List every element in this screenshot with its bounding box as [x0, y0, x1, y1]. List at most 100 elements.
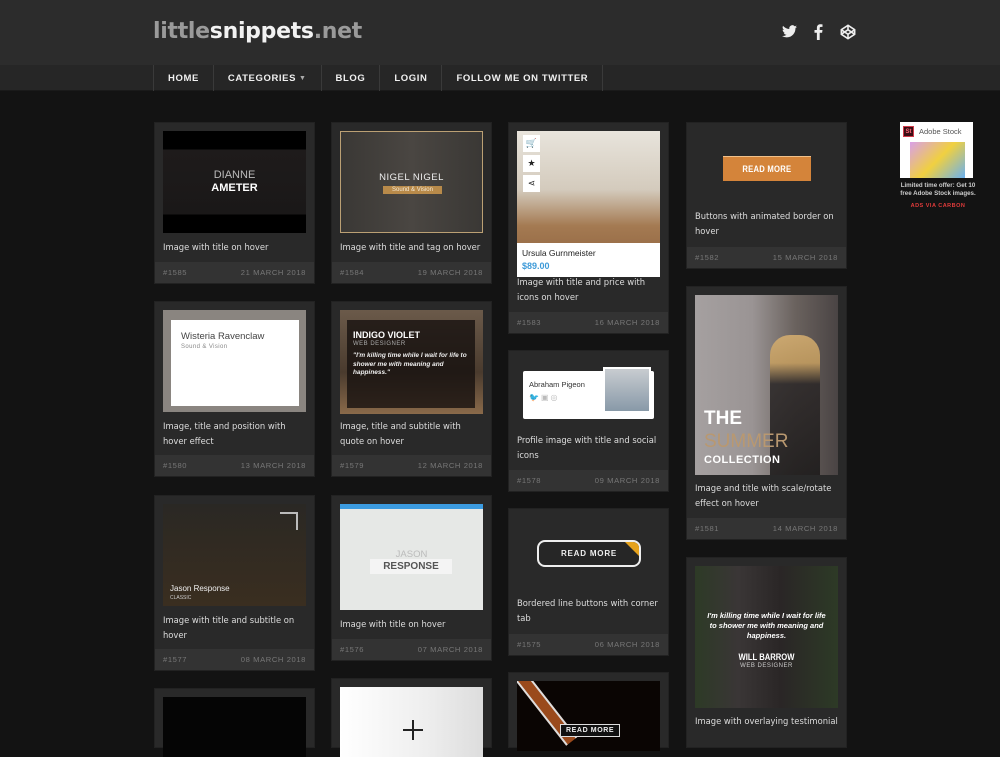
cart-icon[interactable]: 🛒: [523, 135, 540, 152]
snippet-card[interactable]: NIGEL NIGEL Sound & Vision Image with ti…: [331, 122, 492, 284]
snippet-footer: #1576 07 MARCH 2018: [332, 639, 491, 660]
preview-title: Jason Response: [170, 584, 230, 593]
snippet-description[interactable]: Image with title on hover: [340, 617, 485, 632]
snippet-description[interactable]: Buttons with animated border on hover: [695, 209, 840, 239]
preview-quote: "I'm killing time while I wait for life …: [353, 352, 467, 376]
snippet-preview[interactable]: [340, 687, 483, 757]
snippet-id: #1576: [340, 645, 365, 654]
snippet-date: 12 MARCH 2018: [417, 461, 483, 470]
snippet-description[interactable]: Profile image with title and social icon…: [517, 433, 662, 463]
nav-blog[interactable]: BLOG: [322, 65, 381, 91]
logo-part: little: [153, 19, 210, 44]
snippet-date: 08 MARCH 2018: [240, 655, 306, 664]
preview-title-line2: SUMMER: [704, 431, 789, 452]
facebook-icon[interactable]: [810, 23, 827, 40]
caret-down-icon: ▼: [299, 74, 307, 82]
ads-via-carbon-link[interactable]: ADS VIA CARBON: [900, 203, 976, 209]
snippet-preview[interactable]: THE SUMMER COLLECTION: [695, 295, 838, 475]
snippet-footer: #1584 19 MARCH 2018: [332, 262, 491, 283]
snippet-card[interactable]: Abraham Pigeon 🐦▣◎ Profile image with ti…: [508, 350, 669, 492]
snippet-footer: #1585 21 MARCH 2018: [155, 262, 314, 283]
snippet-date: 07 MARCH 2018: [417, 645, 483, 654]
snippet-card[interactable]: JASON RESPONSE Image with title on hover…: [331, 495, 492, 661]
read-more-button[interactable]: READ MORE: [560, 724, 621, 737]
snippet-preview[interactable]: JASON RESPONSE: [340, 504, 483, 610]
snippet-date: 13 MARCH 2018: [240, 461, 306, 470]
snippet-id: #1578: [517, 476, 542, 485]
snippet-id: #1580: [163, 461, 188, 470]
snippet-footer: #1578 09 MARCH 2018: [509, 470, 668, 491]
nav-label: FOLLOW ME ON TWITTER: [456, 72, 589, 84]
snippet-preview[interactable]: INDIGO VIOLET WEB DESIGNER "I'm killing …: [340, 310, 483, 414]
nav-follow-twitter[interactable]: FOLLOW ME ON TWITTER: [442, 65, 604, 91]
snippet-description[interactable]: Image, title and position with hover eff…: [163, 419, 308, 449]
preview-title-line2: RESPONSE: [370, 559, 452, 574]
snippet-preview[interactable]: NIGEL NIGEL Sound & Vision: [340, 131, 483, 233]
snippet-description[interactable]: Image with title and subtitle on hover: [163, 613, 308, 643]
snippet-preview[interactable]: Jason Response CLASSIC: [163, 504, 306, 606]
snippet-preview[interactable]: DIANNE AMETER: [163, 131, 306, 233]
snippet-description[interactable]: Image with title on hover: [163, 240, 308, 255]
snippet-date: 19 MARCH 2018: [417, 268, 483, 277]
read-more-bordered-button[interactable]: READ MORE: [537, 540, 641, 567]
nav-categories[interactable]: CATEGORIES ▼: [214, 65, 322, 91]
nav-label: LOGIN: [394, 72, 428, 84]
testimonial-role: WEB DESIGNER: [740, 663, 793, 669]
snippet-card[interactable]: 🛒 ★ ⋖ Ursula Gurnmeister $89.00 Image wi…: [508, 122, 669, 334]
snippet-footer: #1583 16 MARCH 2018: [509, 312, 668, 333]
ad-image[interactable]: St Adobe Stock: [900, 122, 973, 178]
snippet-footer: #1579 12 MARCH 2018: [332, 455, 491, 476]
snippet-card[interactable]: Jason Response CLASSIC Image with title …: [154, 495, 315, 671]
snippet-card[interactable]: [154, 688, 315, 757]
profile-card-preview[interactable]: Abraham Pigeon 🐦▣◎: [523, 367, 654, 419]
snippet-preview[interactable]: 🛒 ★ ⋖ Ursula Gurnmeister $89.00: [517, 131, 660, 277]
nav-login[interactable]: LOGIN: [380, 65, 443, 91]
snippet-id: #1582: [695, 253, 720, 262]
star-icon[interactable]: ★: [523, 155, 540, 172]
snippet-card[interactable]: READ MORE: [508, 672, 669, 751]
corner-frame-icon: [280, 512, 298, 530]
snippet-card[interactable]: I'm killing time while I wait for life t…: [686, 557, 847, 748]
snippet-footer: #1582 15 MARCH 2018: [687, 247, 846, 268]
snippet-preview[interactable]: Wisteria Ravenclaw Sound & Vision: [163, 310, 306, 412]
snippet-footer: #1575 06 MARCH 2018: [509, 634, 668, 655]
snippet-date: 06 MARCH 2018: [594, 640, 660, 649]
snippet-card[interactable]: READ MORE Buttons with animated border o…: [686, 122, 847, 269]
snippet-card[interactable]: [331, 678, 492, 757]
snippet-id: #1583: [517, 318, 542, 327]
snippet-preview[interactable]: I'm killing time while I wait for life t…: [695, 566, 838, 708]
read-more-animated-button[interactable]: READ MORE: [723, 156, 811, 181]
social-links: [781, 23, 856, 40]
snippet-description[interactable]: Image with title and tag on hover: [340, 240, 485, 255]
nav-home[interactable]: HOME: [154, 65, 214, 91]
site-logo[interactable]: littlesnippets.net: [153, 19, 362, 44]
snippet-description[interactable]: Image and title with scale/rotate effect…: [695, 481, 840, 511]
snippet-description[interactable]: Bordered line buttons with corner tab: [517, 596, 662, 626]
snippet-id: #1579: [340, 461, 365, 470]
snippet-date: 21 MARCH 2018: [240, 268, 306, 277]
preview-title-line2: AMETER: [211, 182, 258, 194]
ad-text[interactable]: Limited time offer: Get 10 free Adobe St…: [900, 182, 976, 198]
social-icons: 🐦▣◎: [529, 393, 560, 402]
snippet-id: #1575: [517, 640, 542, 649]
codepen-icon[interactable]: [839, 23, 856, 40]
snippet-description[interactable]: Image with overlaying testimonial: [695, 714, 840, 729]
carbon-ad[interactable]: St Adobe Stock Limited time offer: Get 1…: [900, 122, 976, 209]
twitter-icon[interactable]: [781, 23, 798, 40]
nav-label: BLOG: [335, 72, 366, 84]
preview-title-line1: DIANNE: [213, 169, 256, 181]
snippet-preview[interactable]: READ MORE: [517, 681, 660, 751]
snippet-id: #1584: [340, 268, 365, 277]
snippet-preview[interactable]: [163, 697, 306, 757]
share-icon[interactable]: ⋖: [523, 175, 540, 192]
snippet-card[interactable]: Wisteria Ravenclaw Sound & Vision Image,…: [154, 301, 315, 477]
snippet-card[interactable]: DIANNE AMETER Image with title on hover …: [154, 122, 315, 284]
snippet-description[interactable]: Image with title and price with icons on…: [517, 275, 662, 305]
snippet-description[interactable]: Image, title and subtitle with quote on …: [340, 419, 485, 449]
snippet-card[interactable]: READ MORE Bordered line buttons with cor…: [508, 508, 669, 656]
snippet-card[interactable]: THE SUMMER COLLECTION Image and title wi…: [686, 286, 847, 540]
snippet-card[interactable]: INDIGO VIOLET WEB DESIGNER "I'm killing …: [331, 301, 492, 477]
preview-subtitle: WEB DESIGNER: [353, 341, 406, 347]
ad-illustration: [910, 142, 965, 178]
nav-label: HOME: [168, 72, 199, 84]
